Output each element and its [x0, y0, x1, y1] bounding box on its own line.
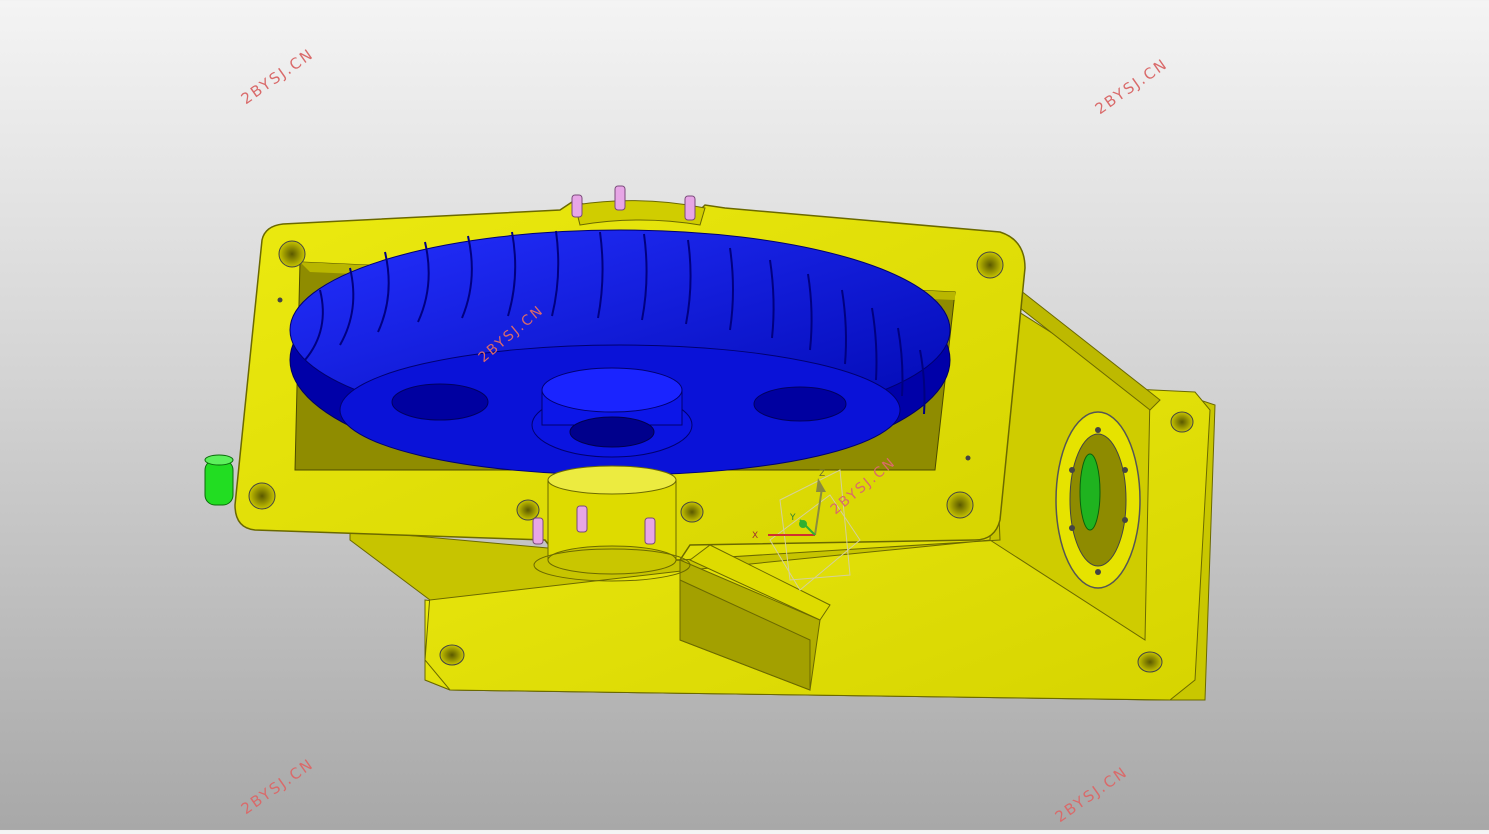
dowel-pin — [684, 195, 696, 221]
gear-bore — [569, 416, 655, 448]
flange-bolt-hole — [516, 499, 540, 521]
y-axis-label: Y — [789, 513, 796, 523]
shaft-boss-bottom — [533, 465, 691, 582]
flange-bolt-hole — [946, 491, 974, 519]
cad-viewport[interactable]: Z X Y 2BYSJ.CN 2BYSJ.CN 2BYSJ.CN 2BYSJ.C… — [0, 0, 1489, 830]
dowel-pin — [644, 517, 656, 545]
dowel-pin — [532, 517, 544, 545]
dowel-pin — [614, 185, 626, 211]
flange-bolt-hole — [248, 482, 276, 510]
base-bolt-hole — [1170, 411, 1194, 433]
x-axis-label: X — [752, 531, 758, 541]
oil-plug-knob[interactable] — [204, 454, 234, 506]
flange-bolt-hole — [680, 501, 704, 523]
dowel-pin — [576, 505, 588, 533]
gear-lightening-hole — [391, 383, 489, 421]
gearbox-model: Z X Y — [204, 185, 1216, 701]
dowel-pin — [571, 194, 583, 218]
worm-gear — [289, 229, 951, 476]
base-bolt-hole — [1137, 651, 1163, 673]
worm-shaft-end — [1079, 453, 1101, 531]
flange-bolt-hole — [278, 240, 306, 268]
gear-lightening-hole — [753, 386, 847, 422]
z-axis-label: Z — [819, 469, 825, 479]
base-bolt-hole — [439, 644, 465, 666]
flange-bolt-hole — [976, 251, 1004, 279]
